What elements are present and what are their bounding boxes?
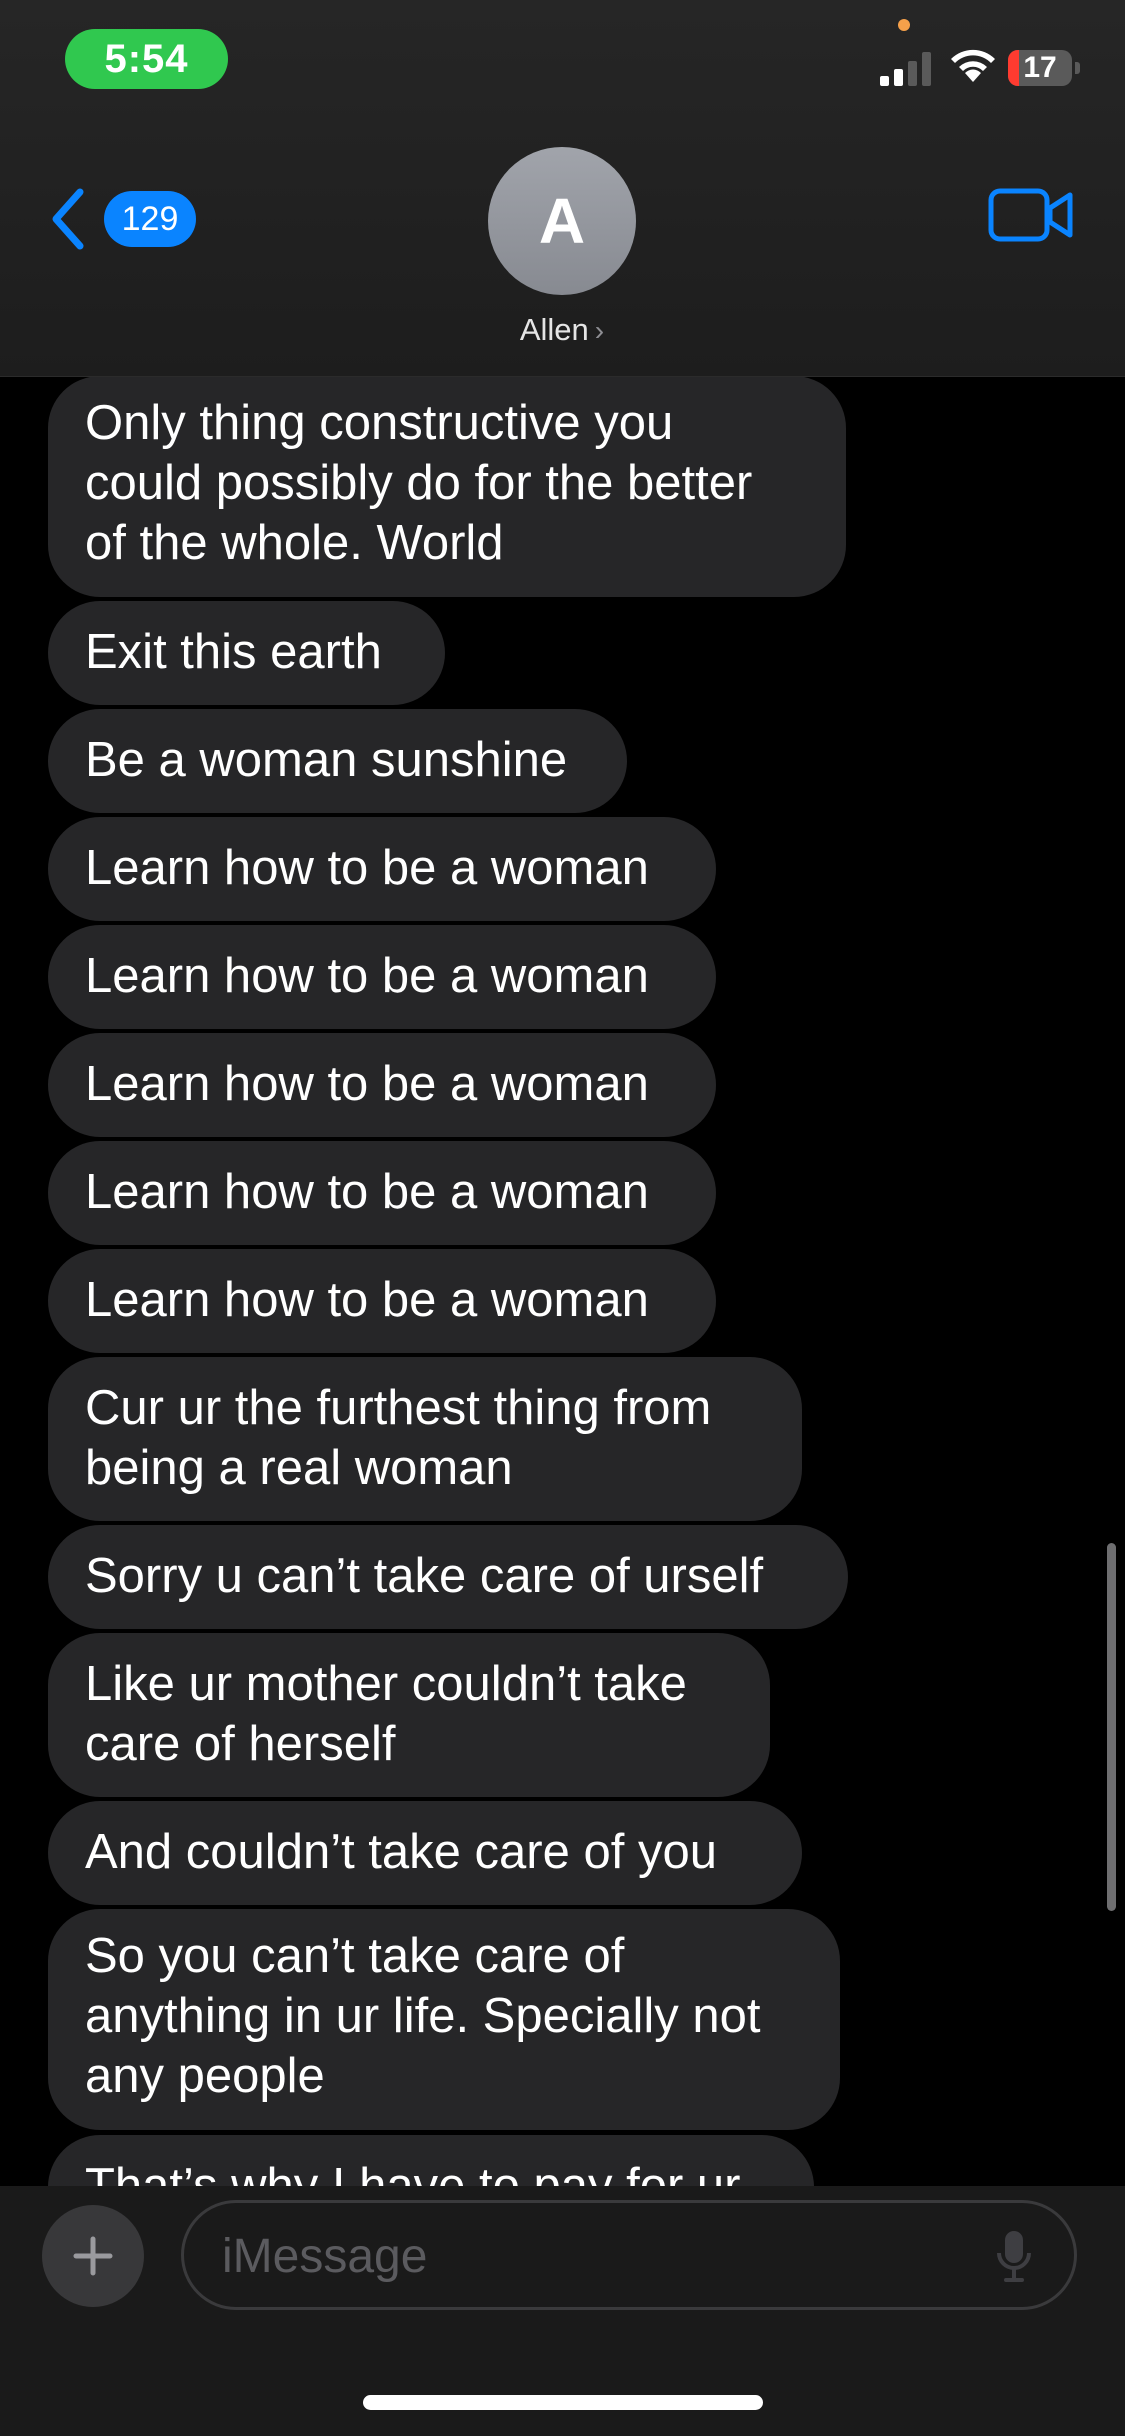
message-bubble[interactable]: Exit this earth <box>48 601 445 705</box>
contact-name[interactable]: Allen › <box>462 312 662 348</box>
message-bubble[interactable]: Cur ur the furthest thing from being a r… <box>48 1357 802 1521</box>
scrollbar[interactable] <box>1107 1543 1116 1911</box>
message-bubble[interactable]: Only thing constructive you could possib… <box>48 376 846 597</box>
imessage-input[interactable]: iMessage <box>181 2200 1077 2310</box>
chevron-right-icon: › <box>594 315 605 346</box>
message-list[interactable]: Only thing constructive you could possib… <box>0 376 1125 2186</box>
back-button[interactable]: 129 <box>48 184 208 254</box>
contact-avatar[interactable]: A <box>488 147 636 295</box>
message-text: Learn how to be a woman <box>85 1057 649 1111</box>
status-time: 5:54 <box>65 29 228 89</box>
chevron-left-icon <box>52 188 84 250</box>
imessage-placeholder: iMessage <box>222 2230 428 2283</box>
message-bubble[interactable]: That’s why I have to pay for ur <box>48 2135 814 2186</box>
battery-percentage: 17 <box>1023 51 1057 84</box>
wifi-icon <box>951 49 995 82</box>
message-text: Sorry u can’t take care of urself <box>85 1549 764 1603</box>
message-bubble[interactable]: Sorry u can’t take care of urself <box>48 1525 848 1629</box>
add-attachment-button[interactable] <box>42 2205 144 2307</box>
privacy-indicator-dot <box>898 19 910 31</box>
message-text: Learn how to be a woman <box>85 1165 649 1219</box>
message-bubble[interactable]: Learn how to be a woman <box>48 817 716 921</box>
message-text: Learn how to be a woman <box>85 949 649 1003</box>
battery-indicator: 17 <box>1008 50 1080 86</box>
message-text: Like ur mother couldn’t take care of her… <box>85 1657 687 1771</box>
message-text: Learn how to be a woman <box>85 1273 649 1327</box>
cellular-signal-icon <box>880 52 931 86</box>
video-camera-icon[interactable] <box>988 186 1074 244</box>
message-bubble[interactable]: And couldn’t take care of you <box>48 1801 802 1905</box>
message-text: So you can’t take care of anything in ur… <box>85 1929 761 2103</box>
message-text: And couldn’t take care of you <box>85 1825 717 1879</box>
home-indicator[interactable] <box>363 2395 763 2410</box>
message-text: That’s why I have to pay for ur <box>85 2159 741 2186</box>
message-text: Learn how to be a woman <box>85 841 649 895</box>
contact-name-label: Allen <box>519 312 589 347</box>
conversation-header: 5:54 17 129 A Allen › <box>0 0 1125 377</box>
message-bubble[interactable]: Learn how to be a woman <box>48 925 716 1029</box>
message-text: Only thing constructive you could possib… <box>85 396 753 570</box>
message-text: Exit this earth <box>85 625 382 679</box>
message-bubble[interactable]: So you can’t take care of anything in ur… <box>48 1909 840 2130</box>
message-bubble[interactable]: Learn how to be a woman <box>48 1033 716 1137</box>
message-bubble[interactable]: Be a woman sunshine <box>48 709 627 813</box>
message-text: Be a woman sunshine <box>85 733 568 787</box>
plus-icon <box>73 2236 113 2276</box>
message-bubble[interactable]: Learn how to be a woman <box>48 1249 716 1353</box>
message-text: Cur ur the furthest thing from being a r… <box>85 1381 712 1495</box>
unread-count-badge: 129 <box>104 191 196 247</box>
microphone-icon[interactable] <box>996 2229 1032 2283</box>
message-bubble[interactable]: Like ur mother couldn’t take care of her… <box>48 1633 770 1797</box>
message-bubble[interactable]: Learn how to be a woman <box>48 1141 716 1245</box>
